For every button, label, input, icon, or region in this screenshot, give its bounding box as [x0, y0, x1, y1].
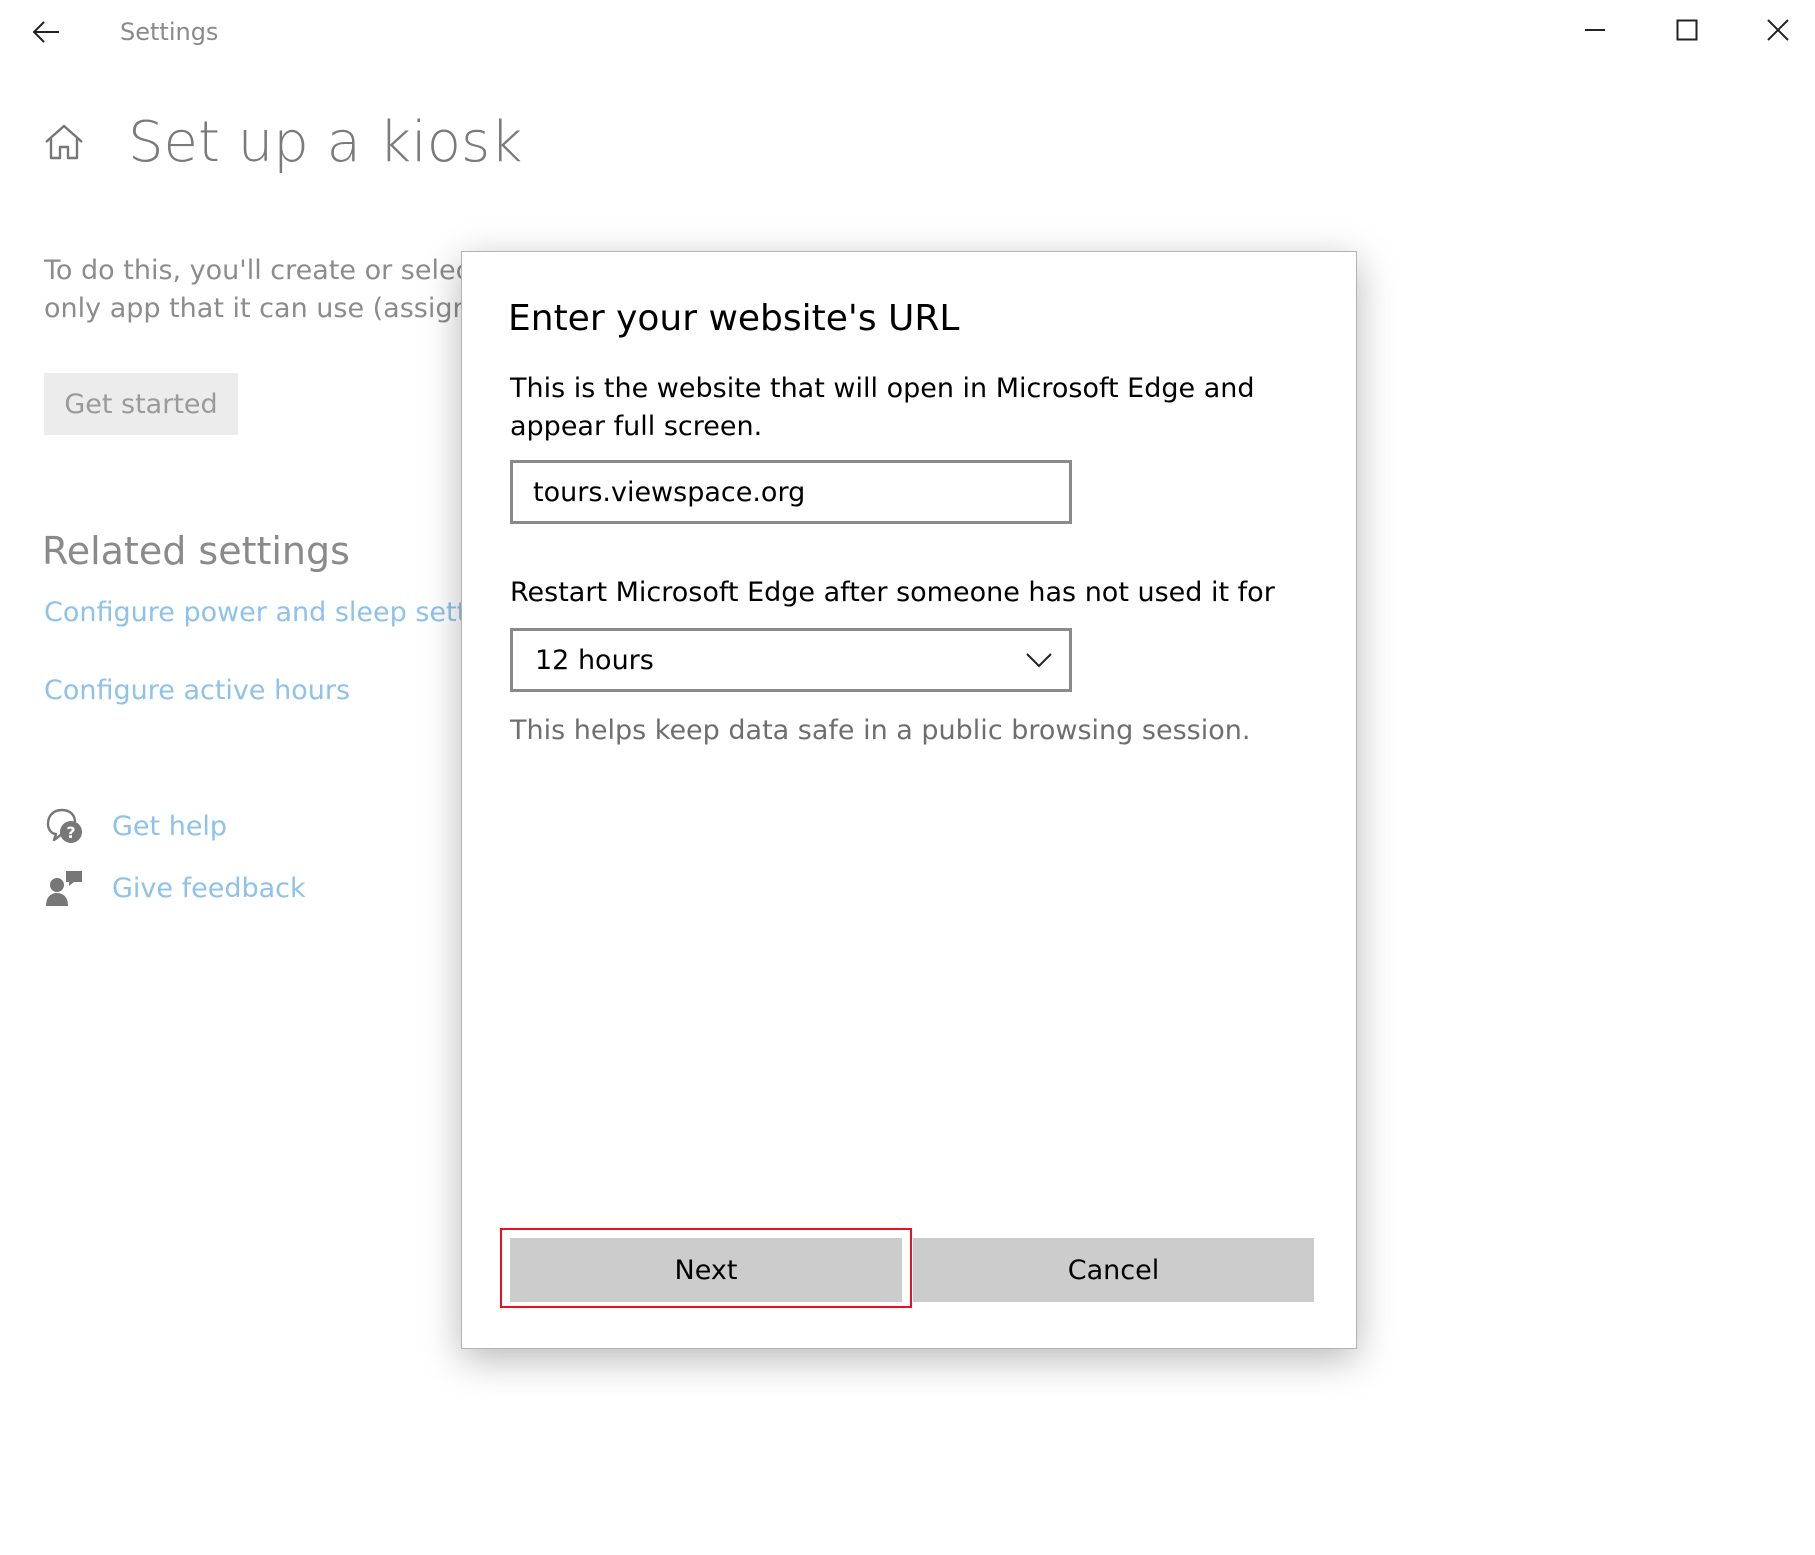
give-feedback-icon: [46, 871, 82, 906]
give-feedback-link[interactable]: Give feedback: [112, 873, 306, 904]
restart-label: Restart Microsoft Edge after someone has…: [510, 577, 1275, 608]
get-started-button[interactable]: Get started: [44, 373, 238, 435]
restart-interval-dropdown[interactable]: 12 hours: [510, 628, 1072, 692]
restart-helper-text: This helps keep data safe in a public br…: [510, 715, 1251, 746]
back-button[interactable]: [22, 8, 70, 56]
home-icon[interactable]: [40, 118, 88, 166]
kiosk-url-dialog: Enter your website's URL This is the web…: [461, 251, 1357, 1349]
page-description-line: only app that it can use (assigned: [44, 293, 464, 324]
close-button[interactable]: [1733, 0, 1815, 60]
page-description: To do this, you'll create or select a on…: [44, 252, 464, 328]
maximize-button[interactable]: [1642, 0, 1732, 60]
website-url-input[interactable]: [510, 460, 1072, 524]
get-help-link[interactable]: Get help: [112, 811, 227, 842]
minimize-icon: [1585, 29, 1605, 31]
svg-text:?: ?: [66, 823, 75, 842]
get-help-row[interactable]: ? Get help: [44, 804, 227, 848]
maximize-icon: [1676, 19, 1698, 41]
give-feedback-row[interactable]: Give feedback: [44, 866, 306, 910]
restart-interval-value: 12 hours: [535, 644, 654, 676]
chevron-down-icon: [1026, 653, 1052, 668]
related-settings-heading: Related settings: [42, 529, 350, 573]
dialog-description: This is the website that will open in Mi…: [510, 373, 1255, 442]
page-title: Set up a kiosk: [128, 110, 523, 175]
configure-power-sleep-link[interactable]: Configure power and sleep settings: [44, 594, 464, 632]
page-description-line: To do this, you'll create or select a: [44, 255, 464, 286]
window-title: Settings: [120, 18, 219, 46]
close-icon: [1767, 19, 1789, 41]
get-help-icon: ?: [46, 808, 82, 843]
next-button[interactable]: Next: [510, 1238, 902, 1302]
cancel-button[interactable]: Cancel: [913, 1238, 1314, 1302]
dialog-title: Enter your website's URL: [508, 298, 960, 339]
minimize-button[interactable]: [1550, 0, 1640, 60]
configure-active-hours-link[interactable]: Configure active hours: [44, 672, 350, 710]
back-arrow-icon: [32, 21, 59, 43]
settings-window: Settings Set up a kiosk To do this, you'…: [0, 0, 1815, 1555]
